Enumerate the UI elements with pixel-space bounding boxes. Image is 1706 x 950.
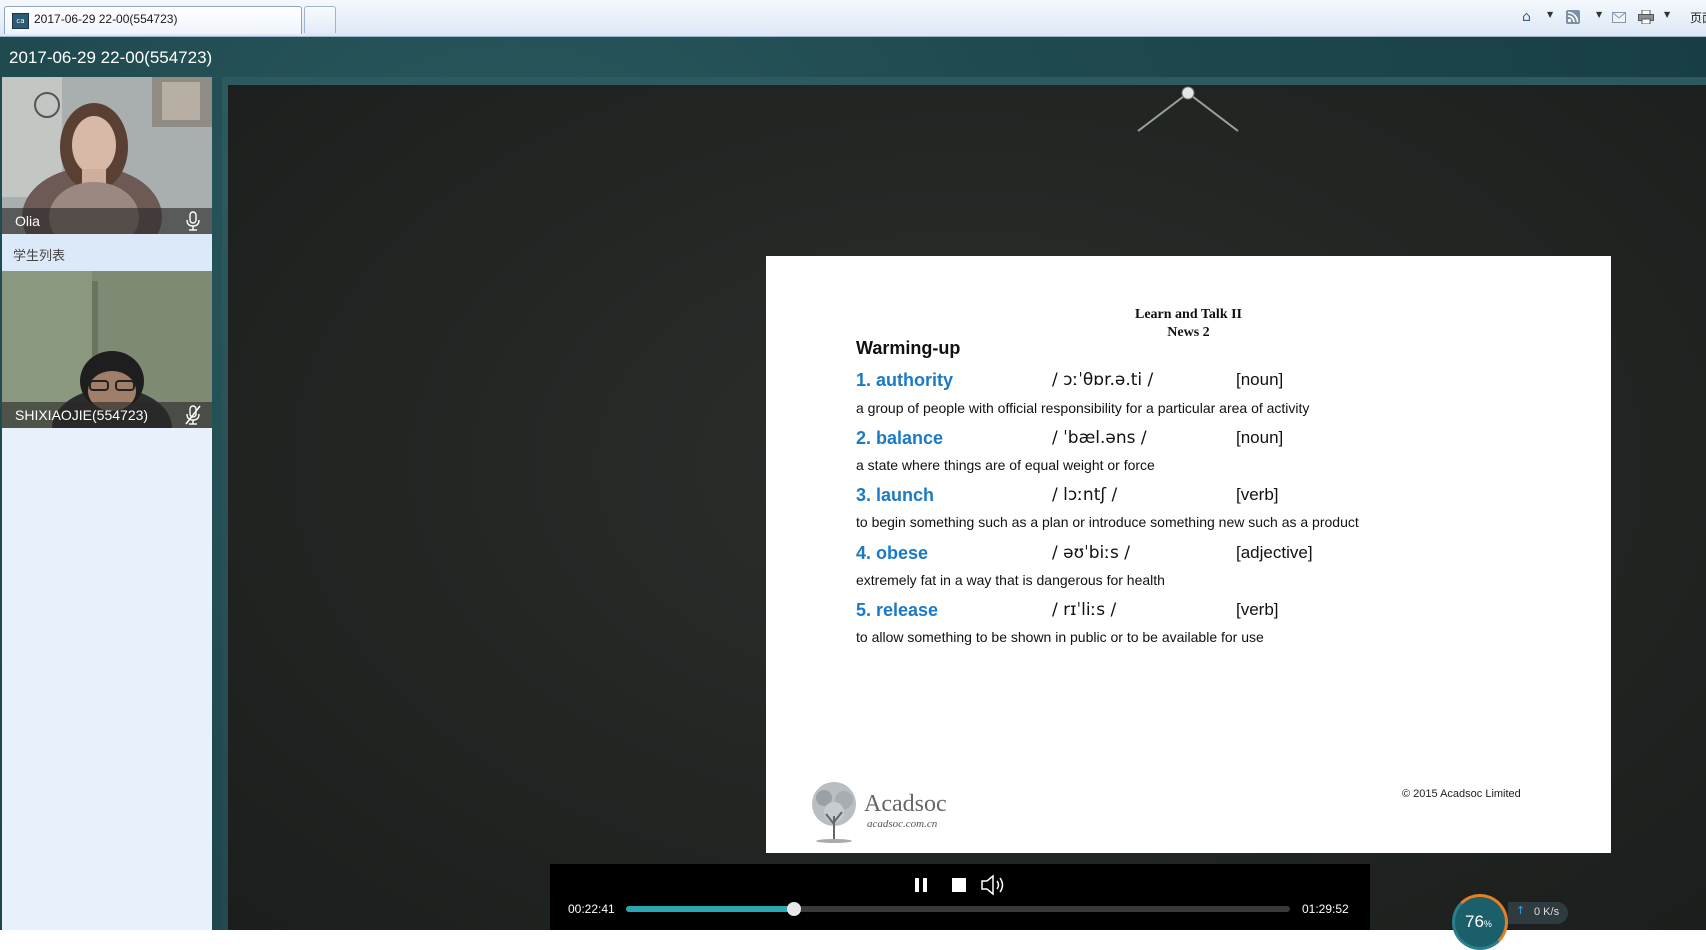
favicon-icon: ca <box>12 13 29 29</box>
student-video: SHIXIAOJIE(554723) <box>2 271 212 428</box>
network-percent: 76% <box>1465 912 1492 932</box>
print-dropdown-icon[interactable]: ▼ <box>1664 10 1670 19</box>
whiteboard: Learn and Talk II News 2 Warming-up 1. a… <box>228 85 1706 930</box>
vocab-part-of-speech: [noun] <box>1236 370 1284 389</box>
vocab-part-of-speech: [verb] <box>1236 600 1279 619</box>
vocab-word: 3. launch <box>856 485 935 505</box>
stop-button[interactable] <box>948 874 970 896</box>
network-percent-value: 76 <box>1465 912 1484 931</box>
vocab-word-2: 2. balance / ˈbæl.əns / [noun] <box>856 428 1576 452</box>
student-name-bar: SHIXIAOJIE(554723) <box>2 402 212 428</box>
microphone-icon[interactable] <box>184 211 202 231</box>
student-name: SHIXIAOJIE(554723) <box>15 407 149 423</box>
current-time: 00:22:41 <box>568 902 615 916</box>
lesson-slide: Learn and Talk II News 2 Warming-up 1. a… <box>766 256 1611 853</box>
new-tab-button[interactable] <box>304 6 336 33</box>
vocab-word-5: 5. release / rɪˈliːs / [verb] <box>856 600 1576 624</box>
logo-url: acadsoc.com.cn <box>867 818 938 830</box>
home-dropdown-icon[interactable]: ▼ <box>1547 10 1553 19</box>
vocab-word: 1. authority <box>856 370 954 390</box>
network-percent-unit: % <box>1483 919 1492 929</box>
vocab-part-of-speech: [adjective] <box>1236 543 1313 562</box>
logo-name: Acadsoc <box>864 791 947 817</box>
vocab-definition: to allow something to be shown in public… <box>856 629 1264 645</box>
vocab-word-4: 4. obese / əʊˈbiːs / [adjective] <box>856 543 1576 567</box>
network-speed: 0 K/s <box>1534 906 1560 918</box>
vocab-definition: to begin something such as a plan or int… <box>856 514 1359 530</box>
mail-icon[interactable] <box>1612 9 1626 25</box>
vocab-pronunciation: / ˈbæl.əns / <box>1052 428 1147 448</box>
progress-thumb[interactable] <box>786 902 801 916</box>
progress-fill <box>626 906 794 912</box>
participants-sidebar: Olia 学生列表 SHIXIAOJIE(554723) <box>2 77 212 930</box>
vocab-word-3: 3. launch / lɔːntʃ / [verb] <box>856 485 1576 509</box>
session-title: 2017-06-29 22-00(554723) <box>9 48 213 67</box>
upload-arrow-icon: ↑ <box>1516 904 1526 917</box>
vocab-pronunciation: / lɔːntʃ / <box>1052 485 1118 505</box>
teacher-name: Olia <box>15 213 40 229</box>
rss-dropdown-icon[interactable]: ▼ <box>1596 10 1602 19</box>
slide-title-line1: Learn and Talk II <box>1135 307 1242 322</box>
vocab-word-1: 1. authority / ɔːˈθɒr.ə.ti / [noun] <box>856 370 1576 394</box>
browser-tab-active[interactable]: ca 2017-06-29 22-00(554723) <box>4 6 302 34</box>
slide-title: Learn and Talk II News 2 <box>766 306 1611 342</box>
vocab-definition: a state where things are of equal weight… <box>856 457 1155 473</box>
vocab-pronunciation: / ɔːˈθɒr.ə.ti / <box>1052 370 1154 390</box>
vocab-word: 2. balance <box>856 428 944 448</box>
teacher-video: Olia <box>2 77 212 234</box>
network-widget[interactable]: ↑ 0 K/s 76% <box>1452 894 1580 950</box>
board-hanger-icon <box>1137 86 1239 132</box>
teacher-name-bar: Olia <box>2 208 212 234</box>
vocab-pronunciation: / rɪˈliːs / <box>1052 600 1117 620</box>
slide-copyright: © 2015 Acadsoc Limited <box>1402 788 1521 800</box>
microphone-muted-icon[interactable] <box>184 405 202 425</box>
student-list-label: 学生列表 <box>13 249 66 264</box>
volume-icon[interactable] <box>978 872 1008 898</box>
total-time: 01:29:52 <box>1302 902 1349 916</box>
browser-toolbar: ca 2017-06-29 22-00(554723) ⌂ ▼ ▼ ▼ 页面 <box>0 0 1706 37</box>
rss-icon[interactable] <box>1566 9 1580 25</box>
warmup-heading: Warming-up <box>856 338 961 358</box>
vocab-word: 4. obese <box>856 543 929 563</box>
acadsoc-tree-logo-icon <box>812 782 856 843</box>
vocab-word: 5. release <box>856 600 939 620</box>
print-icon[interactable] <box>1638 9 1654 25</box>
vocab-definition: extremely fat in a way that is dangerous… <box>856 572 1165 588</box>
student-list-header: 学生列表 <box>2 234 212 271</box>
vocab-part-of-speech: [noun] <box>1236 428 1284 447</box>
vocab-part-of-speech: [verb] <box>1236 485 1279 504</box>
vocab-definition: a group of people with official responsi… <box>856 400 1310 416</box>
media-player: 00:22:41 01:29:52 <box>550 864 1370 930</box>
vocab-pronunciation: / əʊˈbiːs / <box>1052 543 1130 563</box>
classroom-app: 2017-06-29 22-00(554723) Olia 学生列表 SHIXI… <box>0 37 1706 950</box>
home-icon[interactable]: ⌂ <box>1522 9 1531 25</box>
pause-button[interactable] <box>910 874 932 896</box>
page-menu[interactable]: 页面 <box>1690 9 1706 26</box>
tab-title: 2017-06-29 22-00(554723) <box>34 12 178 26</box>
progress-bar[interactable] <box>626 902 1290 916</box>
